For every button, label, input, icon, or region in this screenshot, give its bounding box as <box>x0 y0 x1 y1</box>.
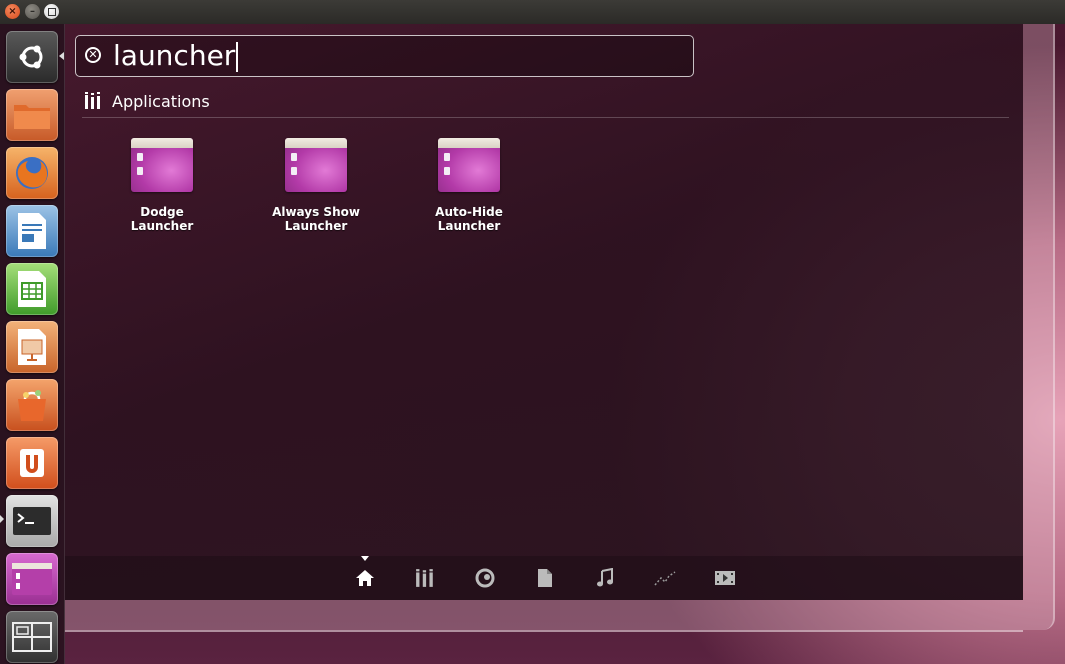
search-query: launcher <box>113 38 238 74</box>
applications-lens-icon <box>85 92 100 109</box>
app-result-auto-hide-launcher[interactable]: Auto-Hide Launcher <box>409 138 529 233</box>
applications-lens-icon <box>416 569 433 587</box>
launcher-item-workspace-switcher[interactable] <box>6 611 58 663</box>
writer-icon <box>18 213 46 249</box>
app-label: Auto-Hide Launcher <box>435 205 503 233</box>
video-icon <box>715 571 735 585</box>
ubuntu-one-icon <box>20 449 44 477</box>
running-indicator <box>0 515 4 523</box>
compiz-settings-icon <box>285 138 347 192</box>
lens-video[interactable] <box>713 566 737 590</box>
dash-frame-bottom <box>64 600 1023 632</box>
category-header[interactable]: Applications <box>84 90 210 112</box>
launcher-item-compiz-config[interactable] <box>6 553 58 605</box>
compiz-settings-icon <box>131 138 193 192</box>
clear-search-icon[interactable]: ✕ <box>85 47 101 63</box>
maximize-icon <box>47 7 56 16</box>
launcher-item-terminal[interactable] <box>6 495 58 547</box>
lens-home[interactable] <box>353 566 377 590</box>
launcher-item-libreoffice-calc[interactable] <box>6 263 58 315</box>
music-icon <box>597 568 613 587</box>
lens-gwibber[interactable] <box>473 566 497 590</box>
lens-applications[interactable] <box>413 566 437 590</box>
launcher-item-home-folder[interactable] <box>6 89 58 141</box>
search-input[interactable]: ✕ launcher <box>75 35 694 77</box>
text-caret <box>236 42 238 72</box>
launcher-item-libreoffice-writer[interactable] <box>6 205 58 257</box>
lens-music[interactable] <box>593 566 617 590</box>
compiz-settings-icon <box>12 563 52 595</box>
gwibber-icon <box>475 568 495 588</box>
category-title: Applications <box>112 91 210 111</box>
lens-files[interactable] <box>533 566 557 590</box>
category-divider <box>82 117 1009 118</box>
app-result-dodge-launcher[interactable]: Dodge Launcher <box>102 138 222 233</box>
app-label: Always Show Launcher <box>272 205 360 233</box>
lens-photos[interactable] <box>653 566 677 590</box>
close-window-button[interactable]: × <box>5 4 20 19</box>
close-icon: × <box>8 6 17 17</box>
launcher-item-dash-home[interactable] <box>6 31 58 83</box>
terminal-icon <box>13 507 51 535</box>
top-panel: × – <box>0 0 1065 24</box>
active-lens-indicator <box>361 556 369 561</box>
firefox-icon <box>16 157 48 189</box>
launcher-item-libreoffice-impress[interactable] <box>6 321 58 373</box>
launcher-item-ubuntu-one[interactable] <box>6 437 58 489</box>
maximize-window-button[interactable] <box>44 4 59 19</box>
launcher-item-firefox[interactable] <box>6 147 58 199</box>
app-label: Dodge Launcher <box>130 205 194 233</box>
calc-icon <box>18 271 46 307</box>
folder-icon <box>14 105 50 129</box>
app-result-always-show-launcher[interactable]: Always Show Launcher <box>256 138 376 233</box>
dash-frame-right <box>1023 24 1055 630</box>
impress-icon <box>18 329 46 365</box>
ubuntu-logo-icon <box>19 45 43 69</box>
workspace-switcher-icon <box>12 622 52 652</box>
file-icon <box>538 569 552 587</box>
compiz-settings-icon <box>438 138 500 192</box>
active-indicator <box>59 52 64 60</box>
home-icon <box>356 570 374 586</box>
minimize-window-button[interactable]: – <box>25 4 40 19</box>
launcher-item-software-center[interactable] <box>6 379 58 431</box>
photo-icon <box>654 571 676 586</box>
minimize-icon: – <box>30 6 35 17</box>
software-center-icon <box>18 390 46 421</box>
